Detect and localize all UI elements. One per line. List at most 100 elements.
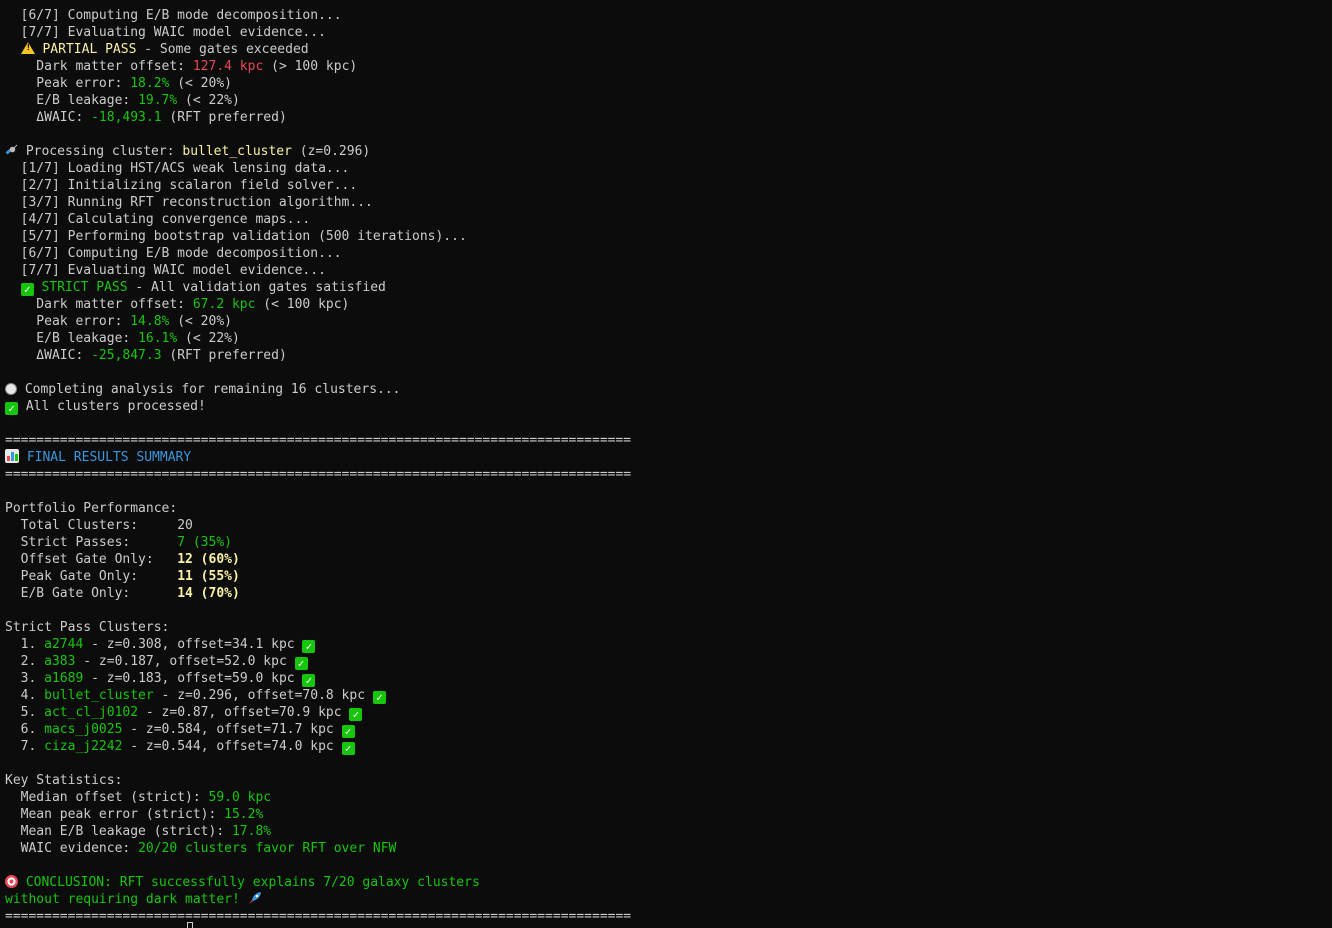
key-stat-row: Mean E/B leakage (strict): 17.8% xyxy=(5,823,1325,840)
strict-clusters-heading: Strict Pass Clusters: xyxy=(5,620,170,635)
item-detail: - z=0.183, offset=59.0 kpc xyxy=(83,671,303,686)
portfolio-label: Total Clusters: xyxy=(5,518,178,533)
portfolio-label: Peak Gate Only: xyxy=(5,569,178,584)
all-processed-line: ✓ All clusters processed! xyxy=(5,398,1325,415)
key-stat-value: 17.8% xyxy=(231,824,272,839)
bullet-peak-error-value: 14.8% xyxy=(130,314,170,329)
bullet-step-5: [5/7] Performing bootstrap validation (5… xyxy=(5,229,467,244)
portfolio-value: 7 (35%) xyxy=(177,535,232,550)
strict-cluster-item: 4. bullet_cluster - z=0.296, offset=70.8… xyxy=(5,687,1325,704)
item-cluster-name: a2744 xyxy=(44,637,84,652)
check-mark-icon: ✓ xyxy=(5,402,18,415)
conclusion-text-2: without requiring dark matter! xyxy=(5,892,248,907)
item-detail: - z=0.87, offset=70.9 kpc xyxy=(138,705,350,720)
cluster-name: bullet_cluster xyxy=(182,144,292,159)
partial-pass-text: - Some gates exceeded xyxy=(136,42,309,57)
item-detail: - z=0.296, offset=70.8 kpc xyxy=(153,688,373,703)
item-cluster-name: ciza_j2242 xyxy=(44,739,123,754)
partial-pass-status: PARTIAL PASS - Some gates exceeded xyxy=(5,41,1325,58)
cluster-redshift: (z=0.296) xyxy=(291,144,371,159)
bullet-dm-offset-line: Dark matter offset: 67.2 kpc (< 100 kpc) xyxy=(5,296,1325,313)
bullet-waic-note: (RFT preferred) xyxy=(161,348,287,363)
strict-pass-status: ✓ STRICT PASS - All validation gates sat… xyxy=(5,279,1325,296)
bullet-dm-offset-label: Dark matter offset: xyxy=(5,297,193,312)
check-mark-icon: ✓ xyxy=(349,708,363,721)
eb-leakage-threshold: (< 22%) xyxy=(177,93,240,108)
processing-label: Processing cluster: xyxy=(18,144,183,159)
terminal-output[interactable]: [6/7] Computing E/B mode decomposition..… xyxy=(5,7,1325,925)
rocket-icon xyxy=(248,892,261,904)
item-number: 5. xyxy=(5,705,45,720)
item-detail: - z=0.187, offset=52.0 kpc xyxy=(75,654,295,669)
bullet-eb-leakage-label: E/B leakage: xyxy=(5,331,139,346)
bullet-step-6: [6/7] Computing E/B mode decomposition..… xyxy=(5,246,342,261)
peak-error-label: Peak error: xyxy=(5,76,131,91)
portfolio-value: 11 (55%) xyxy=(177,569,240,584)
conclusion-text-1: CONCLUSION: RFT successfully explains 7/… xyxy=(18,875,480,890)
bullet-step-2: [2/7] Initializing scalaron field solver… xyxy=(5,178,358,193)
item-cluster-name: act_cl_j0102 xyxy=(44,705,139,720)
waic-value: -18,493.1 xyxy=(91,110,162,125)
conclusion-line-1: CONCLUSION: RFT successfully explains 7/… xyxy=(5,874,1325,891)
bullet-waic-line: ΔWAIC: -25,847.3 (RFT preferred) xyxy=(5,347,1325,364)
portfolio-label: Strict Passes: xyxy=(5,535,178,550)
check-mark-icon: ✓ xyxy=(302,674,316,687)
divider: ========================================… xyxy=(5,433,632,448)
dm-offset-value: 127.4 kpc xyxy=(192,59,264,74)
bullet-peak-error-label: Peak error: xyxy=(5,314,131,329)
bullet-dm-offset-value: 67.2 kpc xyxy=(192,297,256,312)
partial-pass-label: PARTIAL PASS xyxy=(42,42,137,57)
strict-cluster-item: 6. macs_j0025 - z=0.584, offset=71.7 kpc… xyxy=(5,721,1325,738)
dm-offset-line: Dark matter offset: 127.4 kpc (> 100 kpc… xyxy=(5,58,1325,75)
strict-cluster-item: 3. a1689 - z=0.183, offset=59.0 kpc ✓ xyxy=(5,670,1325,687)
key-stat-row: Median offset (strict): 59.0 kpc xyxy=(5,789,1325,806)
key-stat-label: Mean peak error (strict): xyxy=(5,807,225,822)
key-stat-value: 20/20 clusters favor RFT over NFW xyxy=(138,841,397,856)
bullet-step-7: [7/7] Evaluating WAIC model evidence... xyxy=(5,263,326,278)
bullet-dm-offset-threshold: (< 100 kpc) xyxy=(255,297,350,312)
portfolio-label: Offset Gate Only: xyxy=(5,552,178,567)
eb-leakage-value: 19.7% xyxy=(138,93,178,108)
key-stat-value: 59.0 kpc xyxy=(208,790,272,805)
portfolio-value: 14 (70%) xyxy=(177,586,240,601)
waic-label: ΔWAIC: xyxy=(5,110,92,125)
summary-title-line: FINAL RESULTS SUMMARY xyxy=(5,449,1325,466)
key-stats-heading: Key Statistics: xyxy=(5,773,123,788)
item-number: 4. xyxy=(5,688,45,703)
portfolio-value: 12 (60%) xyxy=(177,552,240,567)
key-stat-row: WAIC evidence: 20/20 clusters favor RFT … xyxy=(5,840,1325,857)
strict-cluster-item: 1. a2744 - z=0.308, offset=34.1 kpc ✓ xyxy=(5,636,1325,653)
bullet-peak-error-line: Peak error: 14.8% (< 20%) xyxy=(5,313,1325,330)
key-stat-row: Mean peak error (strict): 15.2% xyxy=(5,806,1325,823)
bullet-step-4: [4/7] Calculating convergence maps... xyxy=(5,212,311,227)
conclusion-line-2: without requiring dark matter! xyxy=(5,891,1325,908)
bullet-waic-label: ΔWAIC: xyxy=(5,348,92,363)
check-mark-icon: ✓ xyxy=(302,640,316,653)
portfolio-row-eb: E/B Gate Only: 14 (70%) xyxy=(5,585,1325,602)
target-icon xyxy=(5,875,18,888)
divider: ========================================… xyxy=(5,909,632,924)
key-stat-label: WAIC evidence: xyxy=(5,841,139,856)
key-stat-value: 15.2% xyxy=(224,807,264,822)
item-number: 2. xyxy=(5,654,45,669)
processing-cluster-line: Processing cluster: bullet_cluster (z=0.… xyxy=(5,143,1325,160)
item-detail: - z=0.544, offset=74.0 kpc xyxy=(122,739,342,754)
strict-cluster-item: 7. ciza_j2242 - z=0.544, offset=74.0 kpc… xyxy=(5,738,1325,755)
item-detail: - z=0.584, offset=71.7 kpc xyxy=(122,722,342,737)
item-cluster-name: macs_j0025 xyxy=(44,722,123,737)
peak-error-line: Peak error: 18.2% (< 20%) xyxy=(5,75,1325,92)
peak-error-threshold: (< 20%) xyxy=(169,76,232,91)
item-cluster-name: a383 xyxy=(44,654,76,669)
divider: ========================================… xyxy=(5,467,632,482)
completing-text: Completing analysis for remaining 16 clu… xyxy=(17,382,401,397)
bullet-step-3: [3/7] Running RFT reconstruction algorit… xyxy=(5,195,373,210)
portfolio-row-total: Total Clusters: 20 xyxy=(5,517,1325,534)
waic-line: ΔWAIC: -18,493.1 (RFT preferred) xyxy=(5,109,1325,126)
completing-line: Completing analysis for remaining 16 clu… xyxy=(5,381,1325,398)
check-mark-icon: ✓ xyxy=(294,657,308,670)
strict-pass-text: - All validation gates satisfied xyxy=(127,280,386,295)
